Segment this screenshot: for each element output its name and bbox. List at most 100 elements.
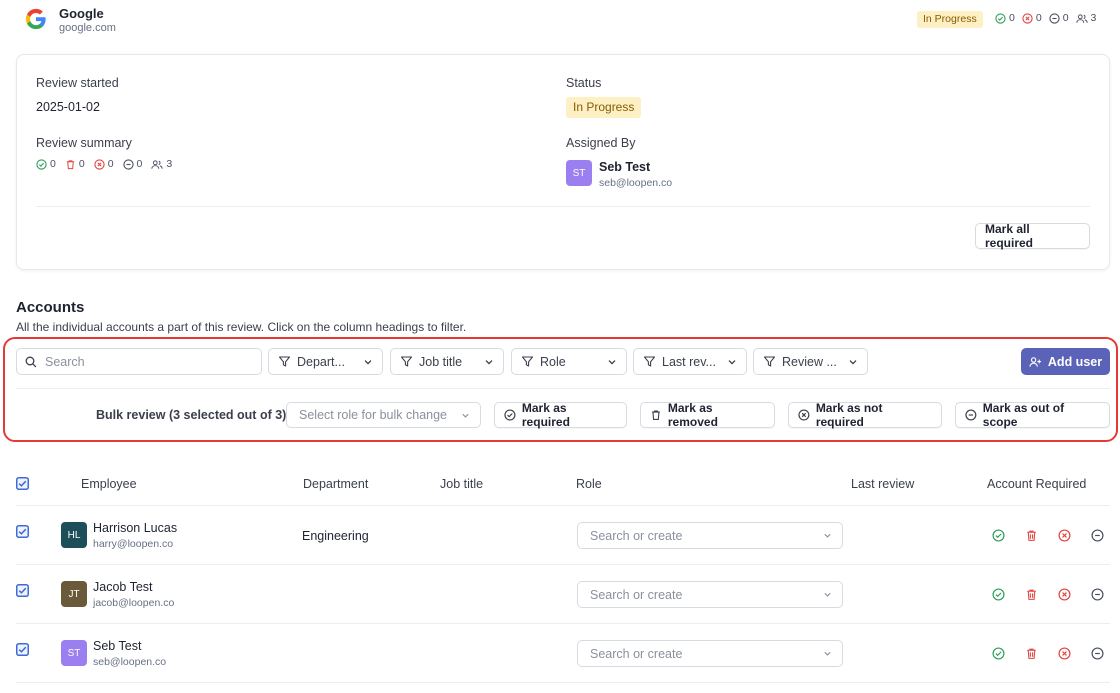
role-select[interactable]: Search or create [577,640,843,667]
select-all-checkbox[interactable] [16,477,29,490]
checkbox-checked-icon [16,584,29,597]
filter-review-status-label: Review ... [782,354,837,369]
minus-circle-icon [1091,647,1104,660]
approve-icon-button[interactable] [992,529,1005,542]
filter-review-status[interactable]: Review ... [753,348,868,375]
search-icon [25,356,37,367]
mark-as-removed-button[interactable]: Mark as removed [640,401,775,429]
remove-icon-button[interactable] [1025,529,1038,542]
summary-users: 3 [151,158,172,170]
trash-icon [66,159,75,169]
approve-icon-button[interactable] [992,588,1005,601]
rejected-stat: 0 [1022,12,1042,24]
not-required-count: 0 [1062,12,1069,24]
column-header-job-title[interactable]: Job title [440,477,483,491]
filter-icon [521,356,534,367]
minus-circle-icon [122,158,134,170]
table-divider [16,505,1110,506]
filter-last-review-label: Last rev... [662,354,716,369]
summary-not-required: 0 [122,158,143,170]
chevron-down-icon [824,533,831,538]
mark-as-required-label: Mark as required [521,401,570,429]
check-circle-icon [36,158,47,170]
row-divider [16,623,1110,624]
role-placeholder: Search or create [590,646,683,661]
check-circle-icon [992,647,1005,660]
avatar: HL [61,522,87,548]
minus-circle-icon [1091,588,1104,601]
summary-users-count: 3 [166,158,173,170]
x-circle-icon [1058,647,1071,660]
column-header-role[interactable]: Role [576,477,602,491]
summary-rejected-count: 0 [107,158,114,170]
chevron-down-icon [462,413,469,418]
reject-icon-button[interactable] [1058,588,1071,601]
bulk-role-select[interactable]: Select role for bulk change [286,402,481,428]
filter-job-title-label: Job title [419,354,463,369]
minus-circle-icon [1091,529,1104,542]
minus-circle-icon [1049,12,1060,24]
assigned-email: seb@loopen.co [599,177,673,189]
not-required-stat: 0 [1049,12,1069,24]
filter-job-title[interactable]: Job title [390,348,504,375]
trash-icon [1027,530,1036,541]
summary-not-required-count: 0 [136,158,143,170]
mark-all-required-button[interactable]: Mark all required [975,222,1090,250]
avatar: JT [61,581,87,607]
review-card [16,54,1110,270]
review-started-value: 2025-01-02 [36,100,100,114]
column-header-employee[interactable]: Employee [81,477,137,491]
google-logo-icon [25,8,47,30]
row-checkbox[interactable] [16,643,29,656]
out-of-scope-icon-button[interactable] [1091,588,1104,601]
filter-role[interactable]: Role [511,348,627,375]
reject-icon-button[interactable] [1058,529,1071,542]
filter-department[interactable]: Depart... [268,348,383,375]
role-select[interactable]: Search or create [577,522,843,549]
chevron-down-icon [608,359,616,365]
users-count: 3 [1090,12,1097,24]
mark-as-required-button[interactable]: Mark as required [494,401,627,429]
approve-icon-button[interactable] [992,647,1005,660]
employee-email: jacob@loopen.co [93,597,175,609]
filter-icon [643,356,656,367]
add-user-button[interactable]: Add user [1021,348,1110,375]
review-summary-stats: 0 0 0 0 3 [36,158,172,170]
trash-icon [1027,589,1036,600]
out-of-scope-icon-button[interactable] [1091,529,1104,542]
search-input[interactable] [45,354,245,369]
role-select[interactable]: Search or create [577,581,843,608]
mark-as-not-required-button[interactable]: Mark as not required [788,401,942,429]
row-divider [16,682,1110,683]
approved-count: 0 [1009,12,1015,24]
approved-stat: 0 [995,12,1015,24]
column-header-department[interactable]: Department [303,477,368,491]
remove-icon-button[interactable] [1025,588,1038,601]
summary-approved-count: 0 [50,158,56,170]
x-circle-icon [1058,588,1071,601]
row-checkbox[interactable] [16,584,29,597]
minus-circle-icon [965,409,977,421]
remove-icon-button[interactable] [1025,647,1038,660]
column-header-last-review[interactable]: Last review [851,477,914,491]
mark-as-out-of-scope-button[interactable]: Mark as out of scope [955,401,1110,429]
out-of-scope-icon-button[interactable] [1091,647,1104,660]
role-placeholder: Search or create [590,587,683,602]
summary-removed: 0 [65,158,85,170]
mark-as-not-required-label: Mark as not required [815,401,883,429]
accounts-subtitle: All the individual accounts a part of th… [16,320,467,334]
checkbox-checked-icon [16,643,29,656]
trash-icon [1027,648,1036,659]
rejected-count: 0 [1035,12,1042,24]
check-circle-icon [504,409,516,421]
review-summary-label: Review summary [36,136,132,150]
row-checkbox[interactable] [16,525,29,538]
search-field[interactable] [16,348,262,375]
reject-icon-button[interactable] [1058,647,1071,660]
chevron-down-icon [728,359,736,365]
employee-email: harry@loopen.co [93,538,174,550]
bulk-review-label: Bulk review (3 selected out of 3) [96,408,287,422]
filter-last-review[interactable]: Last rev... [633,348,747,375]
column-header-account-required[interactable]: Account Required [987,477,1086,491]
filter-divider [16,388,1110,389]
